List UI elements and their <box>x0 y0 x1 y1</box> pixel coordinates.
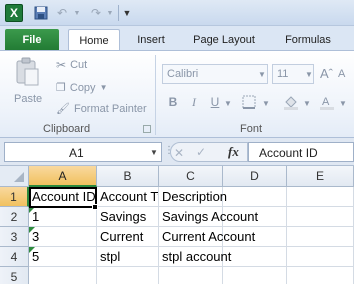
ribbon-home: Paste ✂ Cut ❐ Copy ▼ 🖌 Format Painter Cl… <box>0 50 354 138</box>
group-separator <box>155 55 156 135</box>
undo-dropdown-icon[interactable]: ▼ <box>72 5 82 21</box>
cell-c3[interactable]: Current Account <box>159 227 255 247</box>
cell-c1[interactable]: Description <box>159 187 227 207</box>
cell-b1[interactable]: Account Type <box>97 187 159 207</box>
format-painter-button[interactable]: 🖌 Format Painter <box>56 102 147 116</box>
cell-c4[interactable]: stpl account <box>159 247 231 267</box>
tab-home[interactable]: Home <box>68 29 120 51</box>
row-header-3[interactable]: 3 <box>0 227 29 247</box>
svg-text:A: A <box>322 96 330 108</box>
number-as-text-warning-icon[interactable] <box>29 227 35 233</box>
cell-d2[interactable] <box>223 207 287 227</box>
copy-button[interactable]: ❐ Copy ▼ <box>56 81 108 95</box>
chevron-down-icon[interactable]: ▼ <box>224 99 232 108</box>
cell-c5[interactable] <box>159 267 223 284</box>
font-name-dropdown[interactable]: Calibri <box>162 64 268 84</box>
chevron-down-icon[interactable]: ▼ <box>100 83 108 92</box>
cell-d3[interactable] <box>223 227 287 247</box>
name-box[interactable]: A1 <box>4 142 162 162</box>
tab-file[interactable]: File <box>5 29 59 51</box>
cell-a3[interactable]: 3 <box>29 227 97 247</box>
cell-b2[interactable]: Savings <box>97 207 159 227</box>
cell-b4[interactable]: stpl <box>97 247 159 267</box>
italic-button[interactable]: I <box>185 93 203 111</box>
qat-separator <box>118 5 119 21</box>
chevron-down-icon[interactable]: ▼ <box>305 70 313 79</box>
number-as-text-warning-icon[interactable] <box>29 207 35 213</box>
font-group-label: Font <box>240 123 263 135</box>
enter-check-icon[interactable]: ✓ <box>196 145 206 159</box>
chevron-down-icon[interactable]: ▼ <box>258 70 266 79</box>
chevron-down-icon[interactable]: ▼ <box>262 99 270 108</box>
formula-input[interactable]: Account ID <box>248 142 354 162</box>
row-header-2[interactable]: 2 <box>0 207 29 227</box>
paste-button[interactable]: Paste <box>14 93 42 105</box>
bold-button[interactable]: B <box>164 93 182 111</box>
redo-icon[interactable]: ↷ <box>88 5 104 21</box>
excel-logo-text: X <box>9 6 18 20</box>
chevron-down-icon[interactable]: ▼ <box>303 99 311 108</box>
cell-a4[interactable]: 5 <box>29 247 97 267</box>
underline-button[interactable]: U <box>206 93 224 111</box>
cut-label: Cut <box>70 59 88 71</box>
tab-formulas[interactable]: Formulas <box>276 29 340 51</box>
copy-label: Copy <box>69 81 96 94</box>
save-icon[interactable] <box>33 5 49 21</box>
title-bar: X ↶ ▼ ↷ ▼ ▼ <box>0 0 354 26</box>
cell-d5[interactable] <box>223 267 287 284</box>
brush-icon: 🖌 <box>56 103 70 115</box>
redo-dropdown-icon[interactable]: ▼ <box>105 5 115 21</box>
row-header-1[interactable]: 1 <box>0 187 29 207</box>
copy-icon: ❐ <box>56 82 66 94</box>
scissors-icon: ✂ <box>56 58 67 72</box>
insert-function-icon[interactable]: fx <box>228 144 239 160</box>
cell-e5[interactable] <box>287 267 354 284</box>
clipboard-group-label: Clipboard <box>43 123 91 135</box>
customize-qat-icon[interactable]: ▼ <box>122 5 132 21</box>
paste-icon[interactable] <box>14 57 40 87</box>
column-header-e[interactable]: E <box>287 166 354 187</box>
select-all-corner[interactable] <box>0 166 29 187</box>
cell-e2[interactable] <box>287 207 354 227</box>
chevron-down-icon[interactable]: ▼ <box>150 148 158 157</box>
cancel-icon[interactable]: ✕ <box>174 146 184 160</box>
worksheet-grid: A B C D E 1 2 3 4 5 Account ID Account T… <box>0 166 354 284</box>
borders-icon[interactable] <box>240 93 258 111</box>
cell-c2[interactable]: Savings Account <box>159 207 258 227</box>
cell-b5[interactable] <box>97 267 159 284</box>
undo-icon[interactable]: ↶ <box>54 5 70 21</box>
fill-color-icon[interactable] <box>282 93 300 111</box>
formula-bar: A1 ▼ ⋮ ✕ ✓ fx Account ID <box>0 138 354 166</box>
clipboard-dialog-launcher-icon[interactable] <box>143 125 151 133</box>
cell-b3[interactable]: Current <box>97 227 159 247</box>
cell-d4[interactable] <box>223 247 287 267</box>
column-header-c[interactable]: C <box>159 166 223 187</box>
cell-a2[interactable]: 1 <box>29 207 97 227</box>
cell-e4[interactable] <box>287 247 354 267</box>
ribbon-tab-bar: File Home Insert Page Layout Formulas <box>0 26 354 51</box>
fill-handle[interactable] <box>92 204 98 210</box>
shrink-font-icon[interactable]: A <box>338 68 345 80</box>
column-header-a[interactable]: A <box>29 166 97 187</box>
cell-e3[interactable] <box>287 227 354 247</box>
grow-font-icon[interactable]: Aˆ <box>320 66 333 81</box>
excel-logo-icon[interactable]: X <box>5 4 23 22</box>
column-header-d[interactable]: D <box>223 166 287 187</box>
tab-page-layout[interactable]: Page Layout <box>186 29 262 51</box>
tab-insert[interactable]: Insert <box>128 29 174 51</box>
font-color-icon[interactable]: A <box>318 93 336 111</box>
cut-button[interactable]: ✂ Cut <box>56 58 87 72</box>
cell-a1[interactable]: Account ID <box>29 187 97 207</box>
chevron-down-icon[interactable]: ▼ <box>339 99 347 108</box>
cell-e1[interactable] <box>287 187 354 207</box>
row-header-5[interactable]: 5 <box>0 267 29 284</box>
number-as-text-warning-icon[interactable] <box>29 247 35 253</box>
format-painter-label: Format Painter <box>73 102 147 115</box>
cell-a5[interactable] <box>29 267 97 284</box>
row-header-4[interactable]: 4 <box>0 247 29 267</box>
column-header-b[interactable]: B <box>97 166 159 187</box>
cell-d1[interactable] <box>223 187 287 207</box>
